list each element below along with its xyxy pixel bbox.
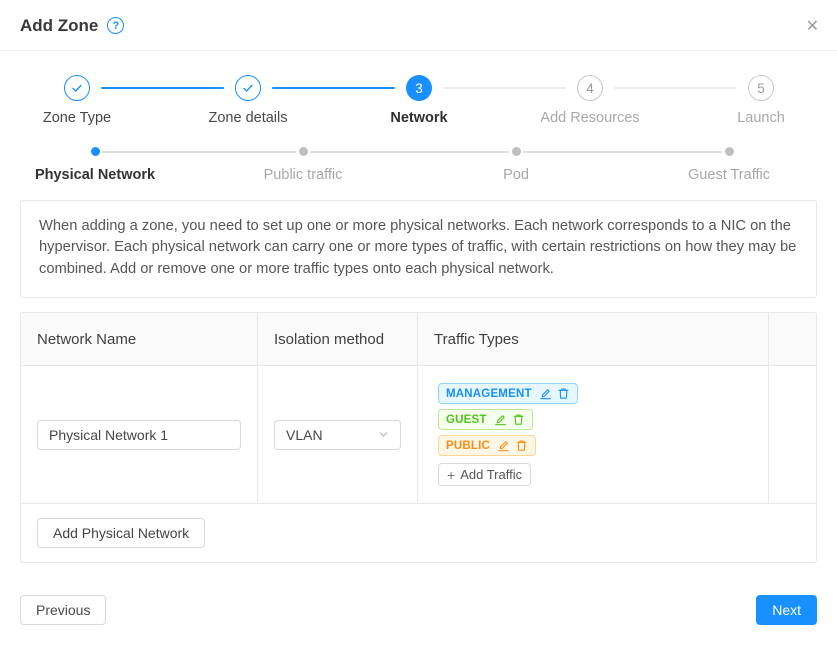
step-label: Network bbox=[334, 110, 504, 126]
step-dot-icon bbox=[299, 147, 308, 156]
substep-guest-traffic[interactable]: Guest Traffic bbox=[624, 147, 834, 183]
help-icon[interactable]: ? bbox=[107, 17, 124, 34]
add-traffic-label: Add Traffic bbox=[460, 467, 522, 482]
column-header-traffic-types: Traffic Types bbox=[417, 313, 768, 365]
tag-icons bbox=[494, 413, 525, 426]
table-header-row: Network Name Isolation method Traffic Ty… bbox=[21, 313, 816, 366]
substep-label: Public traffic bbox=[198, 167, 408, 183]
step-dot-icon bbox=[725, 147, 734, 156]
check-circle-icon bbox=[235, 75, 261, 101]
step-add-resources[interactable]: 4 Add Resources bbox=[505, 75, 675, 126]
substep-label: Guest Traffic bbox=[624, 167, 834, 183]
step-number: 5 bbox=[748, 75, 774, 101]
delete-icon[interactable] bbox=[557, 387, 570, 400]
step-zone-type[interactable]: Zone Type bbox=[0, 75, 162, 126]
close-icon[interactable]: ✕ bbox=[800, 0, 825, 51]
table-row: VLAN MANAGEMENT GUEST bbox=[21, 366, 816, 504]
step-number: 3 bbox=[406, 75, 432, 101]
plus-icon: + bbox=[447, 468, 455, 482]
row-actions-cell bbox=[768, 366, 816, 503]
check-circle-icon bbox=[64, 75, 90, 101]
column-header-label: Network Name bbox=[37, 331, 136, 348]
previous-button[interactable]: Previous bbox=[20, 595, 106, 625]
traffic-types-cell: MANAGEMENT GUEST bbox=[417, 366, 768, 503]
step-label: Zone Type bbox=[0, 110, 162, 126]
isolation-method-cell: VLAN bbox=[257, 366, 417, 503]
network-sub-stepper: Physical Network Public traffic Pod Gues… bbox=[0, 134, 837, 196]
add-physical-network-button[interactable]: Add Physical Network bbox=[37, 518, 205, 548]
substep-label: Pod bbox=[411, 167, 621, 183]
wizard-stepper: Zone Type Zone details 3 Network 4 Add R… bbox=[0, 64, 837, 136]
traffic-tag-management: MANAGEMENT bbox=[438, 383, 578, 404]
column-header-isolation-method: Isolation method bbox=[257, 313, 417, 365]
substep-pod[interactable]: Pod bbox=[411, 147, 621, 183]
step-launch[interactable]: 5 Launch bbox=[676, 75, 837, 126]
traffic-tag-label: GUEST bbox=[446, 414, 487, 426]
step-zone-details[interactable]: Zone details bbox=[163, 75, 333, 126]
delete-icon[interactable] bbox=[512, 413, 525, 426]
traffic-tag-guest: GUEST bbox=[438, 409, 533, 430]
edit-icon[interactable] bbox=[494, 413, 507, 426]
step-dot-icon bbox=[91, 147, 100, 156]
delete-icon[interactable] bbox=[515, 439, 528, 452]
step-dot-icon bbox=[512, 147, 521, 156]
tag-icons bbox=[539, 387, 570, 400]
step-label: Add Resources bbox=[505, 110, 675, 126]
add-traffic-button[interactable]: + Add Traffic bbox=[438, 463, 531, 486]
tag-icons bbox=[497, 439, 528, 452]
column-header-label: Traffic Types bbox=[434, 331, 519, 348]
edit-icon[interactable] bbox=[497, 439, 510, 452]
modal-header: Add Zone ? ✕ bbox=[0, 0, 837, 51]
substep-label: Physical Network bbox=[0, 167, 200, 183]
chevron-down-icon bbox=[378, 429, 389, 440]
column-header-network-name: Network Name bbox=[21, 313, 257, 365]
step-number: 4 bbox=[577, 75, 603, 101]
column-header-label: Isolation method bbox=[274, 331, 384, 348]
edit-icon[interactable] bbox=[539, 387, 552, 400]
substep-physical-network[interactable]: Physical Network bbox=[0, 147, 200, 183]
substep-public-traffic[interactable]: Public traffic bbox=[198, 147, 408, 183]
step-network[interactable]: 3 Network bbox=[334, 75, 504, 126]
selected-option: VLAN bbox=[286, 427, 323, 443]
column-header-actions bbox=[768, 313, 816, 365]
traffic-tag-label: MANAGEMENT bbox=[446, 388, 532, 400]
step-label: Launch bbox=[676, 110, 837, 126]
traffic-tag-label: PUBLIC bbox=[446, 440, 490, 452]
network-name-input[interactable] bbox=[37, 420, 241, 450]
page-title: Add Zone bbox=[20, 16, 98, 36]
table-footer: Add Physical Network bbox=[21, 504, 816, 562]
network-name-cell bbox=[21, 366, 257, 503]
next-button[interactable]: Next bbox=[756, 595, 817, 625]
physical-network-table: Network Name Isolation method Traffic Ty… bbox=[20, 312, 817, 563]
isolation-method-select[interactable]: VLAN bbox=[274, 420, 401, 450]
zone-network-description: When adding a zone, you need to set up o… bbox=[20, 200, 817, 298]
step-label: Zone details bbox=[163, 110, 333, 126]
title-wrap: Add Zone ? bbox=[20, 0, 124, 51]
traffic-tag-public: PUBLIC bbox=[438, 435, 536, 456]
